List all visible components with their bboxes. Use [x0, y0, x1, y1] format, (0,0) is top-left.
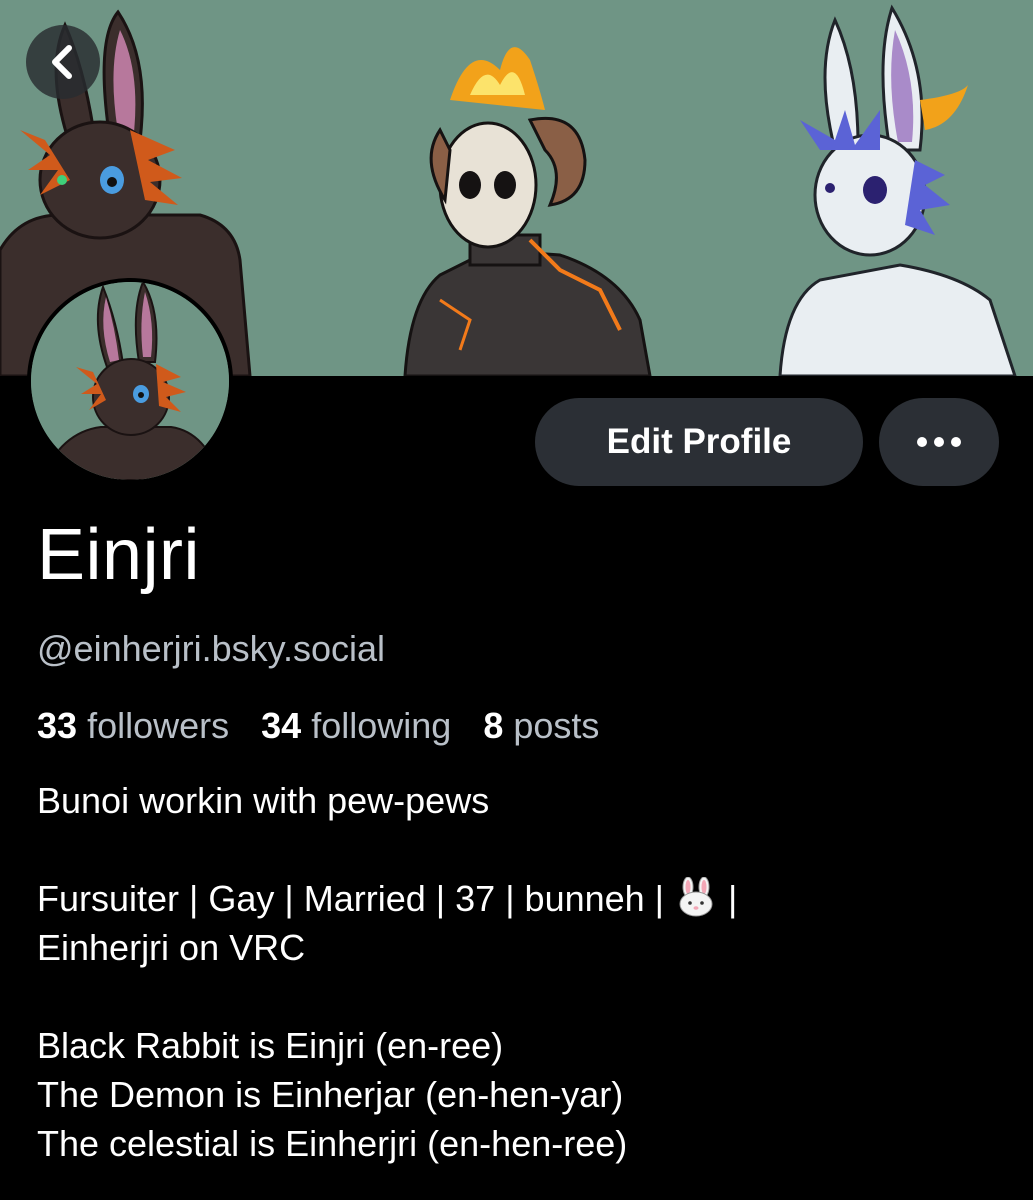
back-button[interactable] [26, 25, 100, 99]
posts-count: 8 [483, 705, 504, 746]
bio-line: The celestial is Einherjri (en-hen-ree) [37, 1123, 628, 1164]
profile-stats: 33 followers 34 following 8 posts [37, 705, 621, 747]
profile-handle: @einherjri.bsky.social [37, 628, 385, 669]
bio-line-text: Fursuiter | Gay | Married | 37 | bunneh … [37, 878, 675, 919]
ellipsis-icon-dot [951, 437, 961, 447]
bio-line-text: | [718, 878, 738, 919]
bio-line: Fursuiter | Gay | Married | 37 | bunneh … [37, 874, 1017, 923]
avatar[interactable] [27, 278, 233, 484]
rabbit-face-icon [679, 876, 713, 917]
bio-line: Black Rabbit is Einjri (en-ree) [37, 1025, 504, 1066]
bio-line: The Demon is Einherjar (en-hen-yar) [37, 1074, 624, 1115]
edit-profile-button[interactable]: Edit Profile [535, 398, 863, 486]
ellipsis-icon [917, 437, 927, 447]
ellipsis-icon-dot [934, 437, 944, 447]
bio-line: Bunoi workin with pew-pews [37, 780, 490, 821]
skull-demon-figure [403, 47, 652, 376]
following-label: following [311, 705, 452, 746]
chevron-left-icon [52, 45, 72, 79]
followers-count: 33 [37, 705, 78, 746]
avatar-image [31, 282, 229, 480]
celestial-rabbit-figure [778, 4, 1017, 376]
posts-label: posts [513, 705, 600, 746]
followers-link[interactable]: 33 followers [37, 705, 229, 746]
following-count: 34 [261, 705, 302, 746]
bio-spacer [37, 972, 1017, 1021]
bio-spacer [37, 825, 1017, 874]
posts-stat: 8 posts [483, 705, 599, 746]
bio-line: Einherjri on VRC [37, 927, 306, 968]
more-options-button[interactable] [879, 398, 999, 486]
following-link[interactable]: 34 following [261, 705, 451, 746]
display-name: Einjri [37, 515, 201, 595]
followers-label: followers [87, 705, 230, 746]
profile-bio: Bunoi workin with pew-pews Fursuiter | G… [37, 776, 1017, 1168]
